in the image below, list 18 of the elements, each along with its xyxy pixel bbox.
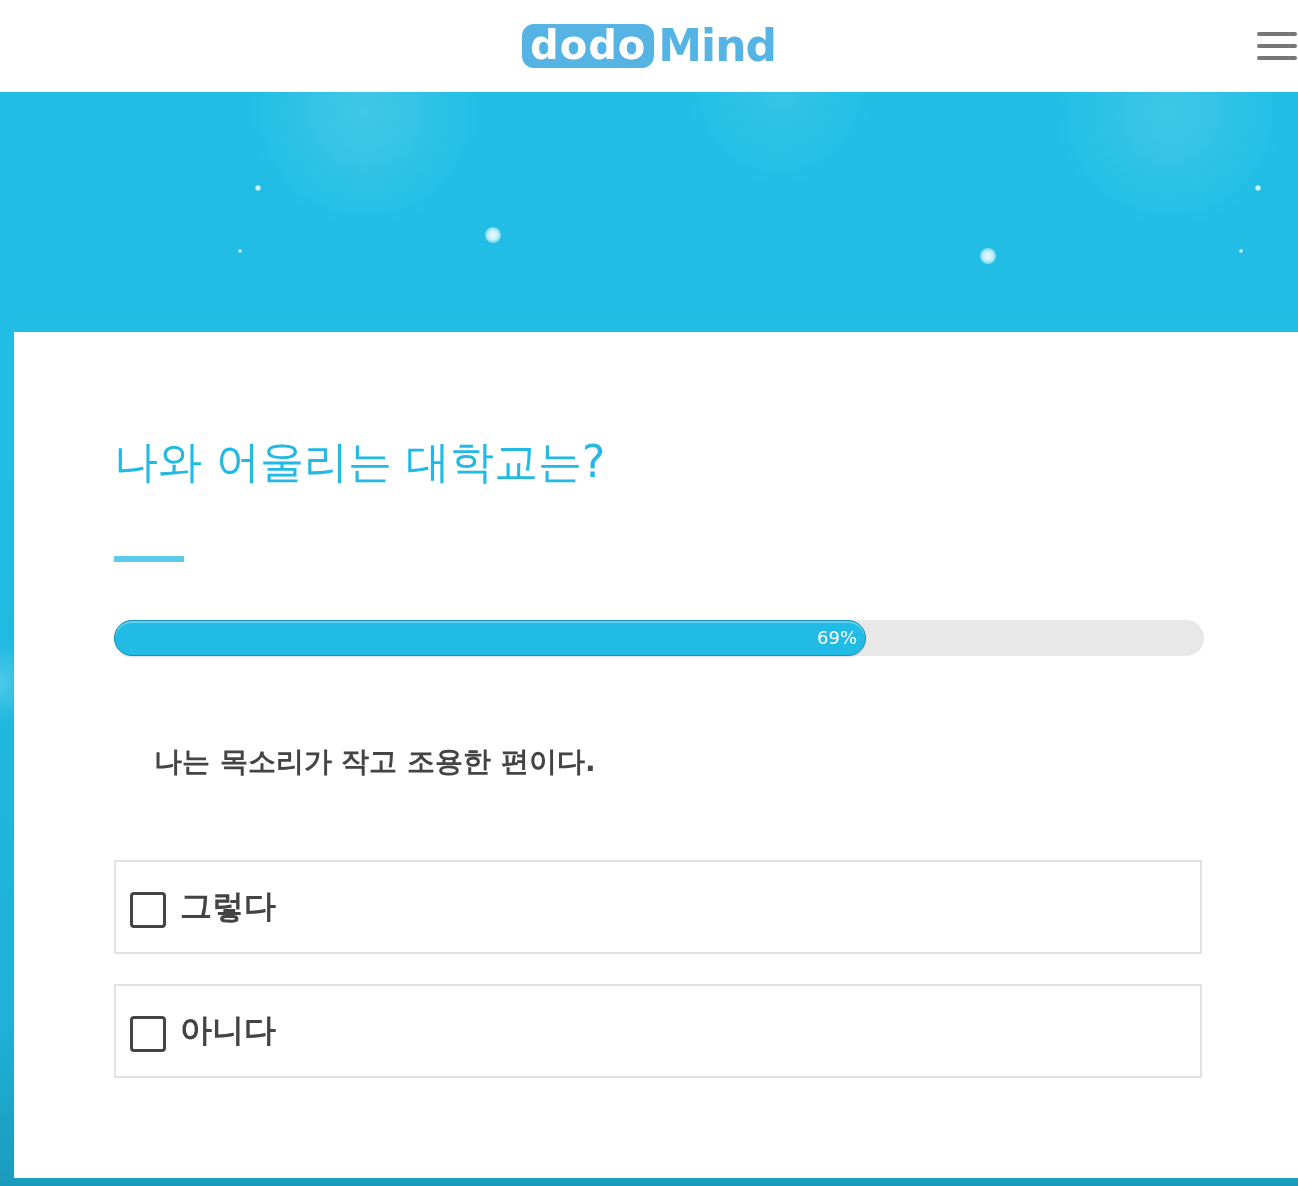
accent-bar	[114, 556, 184, 562]
quiz-title: 나와 어울리는 대학교는?	[114, 435, 607, 489]
progress-percent: 69%	[817, 627, 858, 649]
sparkle-icon	[238, 249, 242, 253]
sparkle-icon	[485, 227, 501, 243]
checkbox[interactable]	[130, 1016, 166, 1052]
sparkle-icon	[980, 248, 996, 264]
sparkle-icon	[1255, 185, 1261, 191]
menu-icon	[1257, 31, 1297, 61]
menu-button[interactable]	[1257, 31, 1297, 61]
sparkle-icon	[255, 185, 261, 191]
checkbox[interactable]	[130, 892, 166, 928]
question-text: 나는 목소리가 작고 조용한 편이다.	[153, 744, 597, 780]
logo-boxed-text: dodo	[522, 24, 655, 68]
sparkle-icon	[1239, 249, 1243, 253]
answer-option[interactable]: 아니다	[114, 984, 1202, 1078]
logo-text: Mind	[658, 24, 776, 68]
answer-option[interactable]: 그렇다	[114, 860, 1202, 954]
